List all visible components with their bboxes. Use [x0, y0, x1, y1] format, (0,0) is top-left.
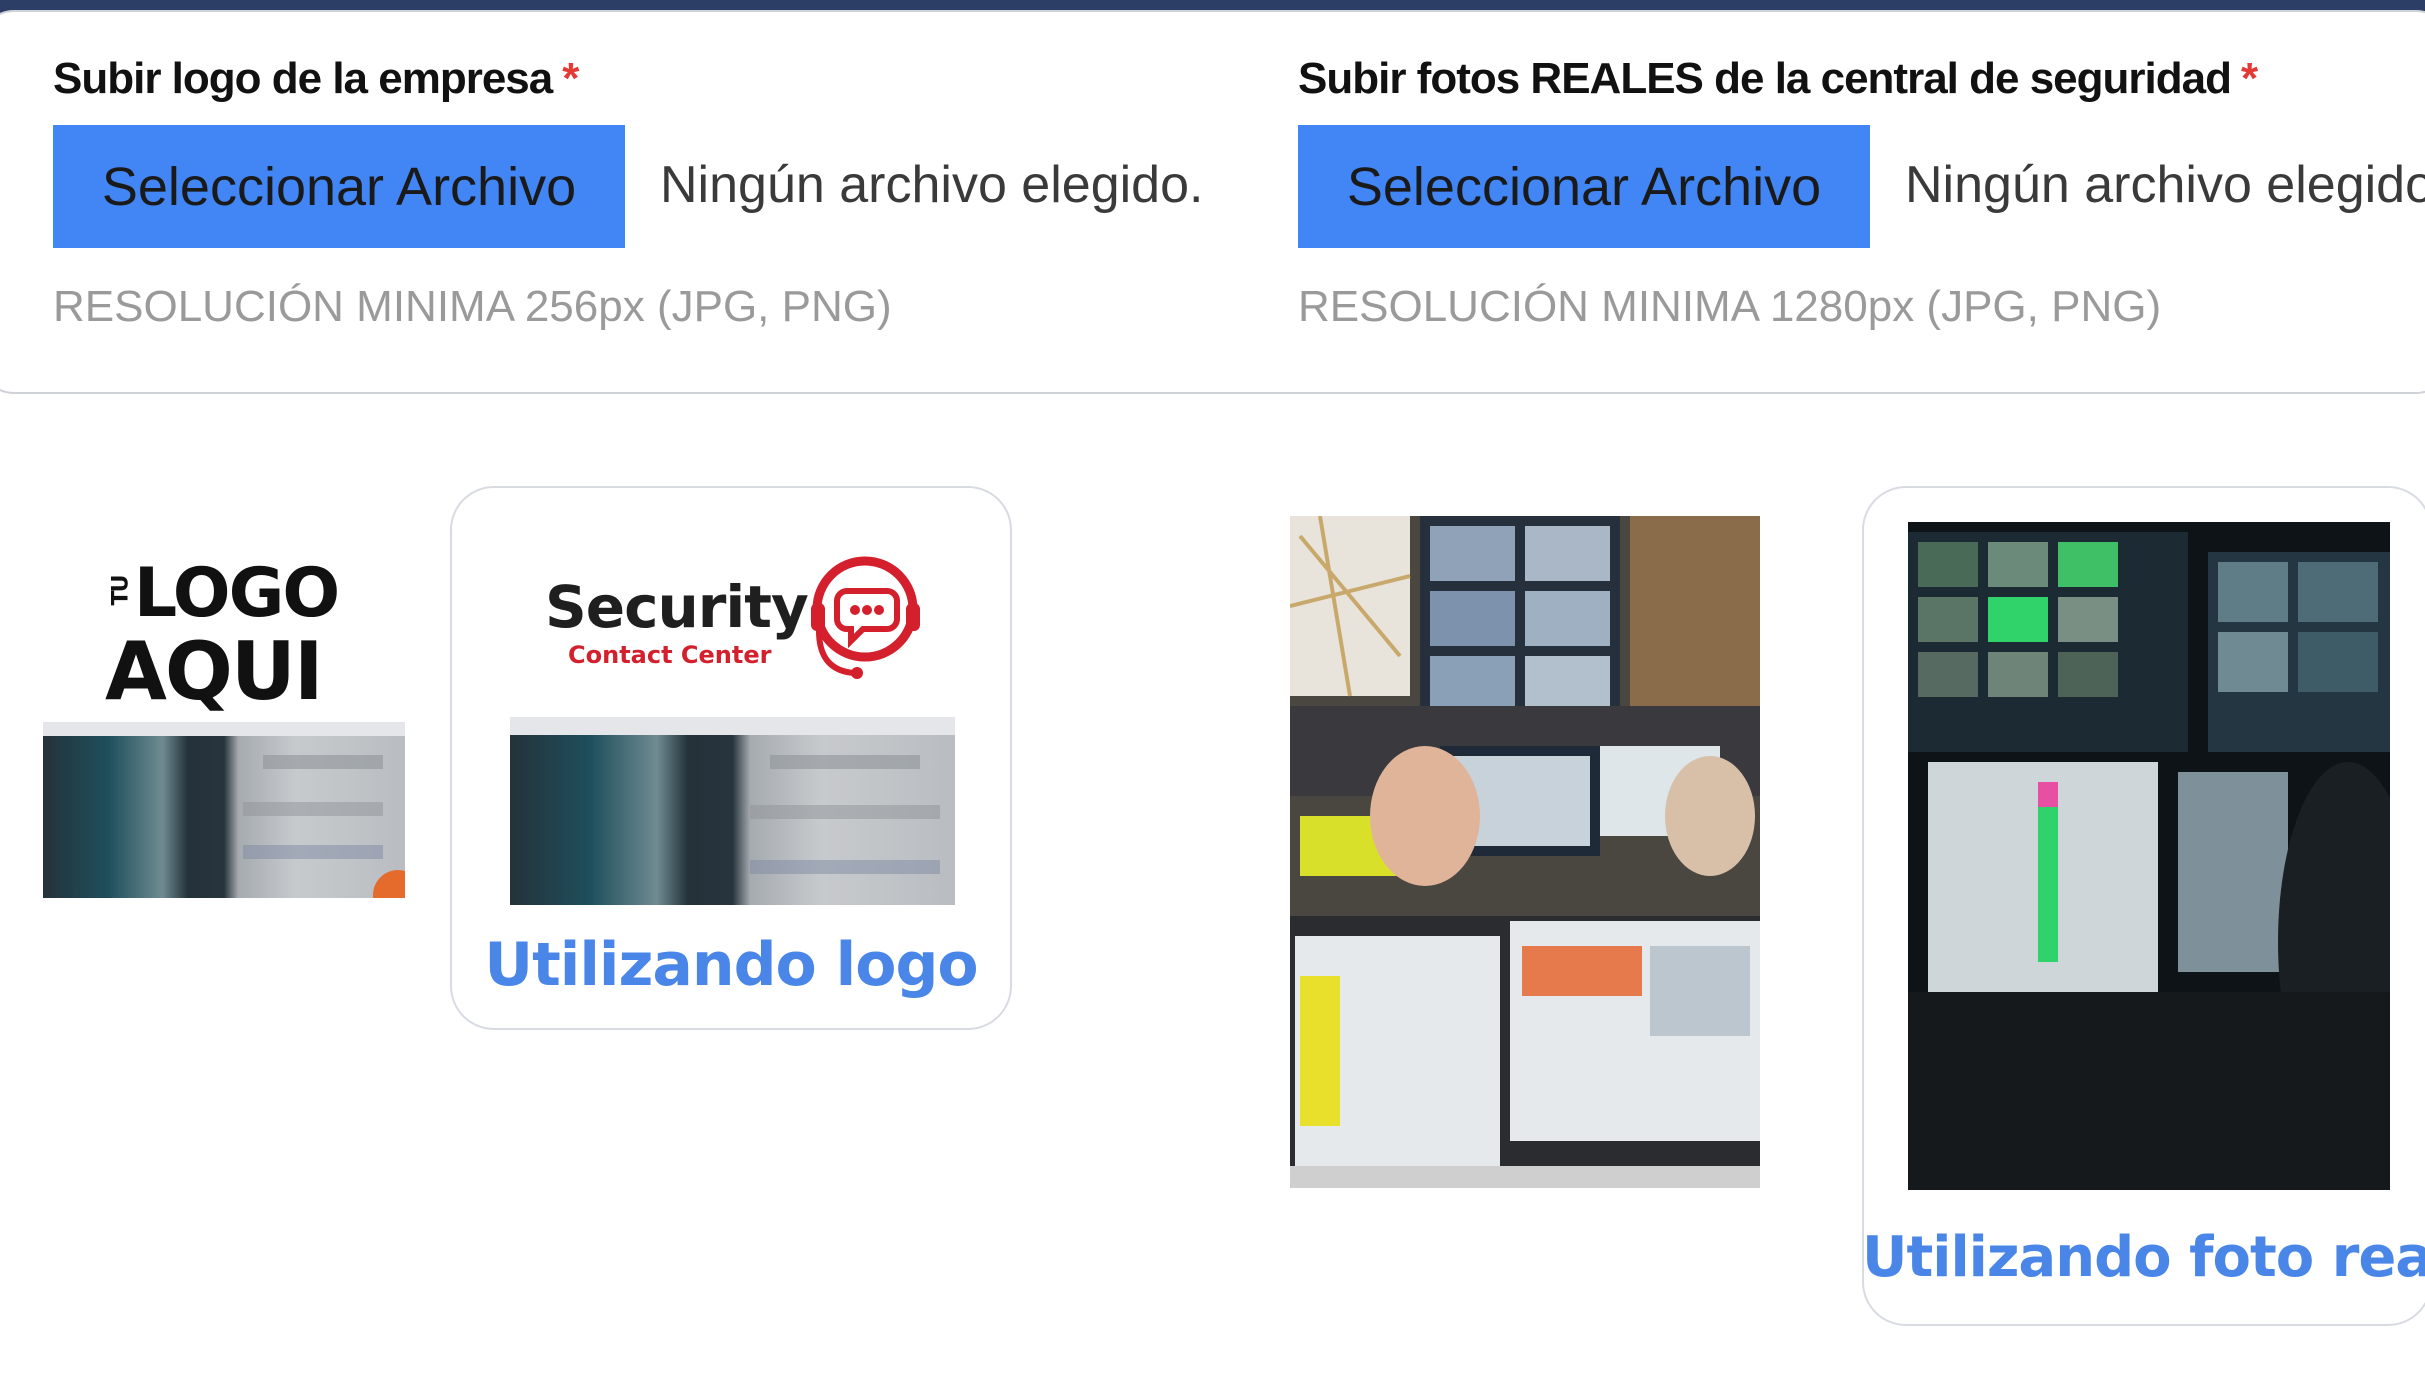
photo-file-status: Ningún archivo elegido.	[1905, 156, 2425, 214]
logo-placeholder-bottom: AQUI	[105, 625, 324, 718]
photo-resolution-hint: RESOLUCIÓN MINIMA 1280px (JPG, PNG)	[1298, 282, 2162, 331]
real-photo-preview	[1908, 522, 2390, 1190]
required-marker: *	[2240, 54, 2258, 103]
real-photo-art	[1908, 522, 2390, 1190]
photo-field-label-text: Subir fotos REALES de la central de segu…	[1298, 54, 2232, 103]
logo-file-status: Ningún archivo elegido.	[660, 156, 1204, 214]
control-room-photo	[1290, 516, 1760, 1188]
logo-resolution-hint: RESOLUCIÓN MINIMA 256px (JPG, PNG)	[53, 282, 892, 331]
logo-field-label: Subir logo de la empresa *	[53, 54, 579, 104]
logo-placeholder-preview: TULOGO AQUI	[43, 540, 405, 898]
photo-select-file-button[interactable]: Seleccionar Archivo	[1298, 125, 1870, 248]
brand-tagline: Contact Center	[568, 641, 772, 669]
required-marker: *	[562, 54, 579, 103]
logo-placeholder-prefix: TU	[108, 576, 134, 606]
control-room-photo-art	[1290, 516, 1760, 1188]
brand-name: Security	[545, 573, 809, 641]
logo-example-preview: Security Contact Center	[510, 545, 955, 905]
photo-field-label: Subir fotos REALES de la central de segu…	[1298, 54, 2258, 104]
logo-example-caption: Utilizando logo	[484, 930, 978, 1000]
logo-select-file-button[interactable]: Seleccionar Archivo	[53, 125, 625, 248]
photo-example-caption: Utilizando foto real	[1862, 1225, 2425, 1290]
logo-placeholder-top: LOGO	[133, 554, 340, 633]
logo-field-label-text: Subir logo de la empresa	[53, 54, 553, 103]
headset-chat-icon	[811, 556, 920, 679]
